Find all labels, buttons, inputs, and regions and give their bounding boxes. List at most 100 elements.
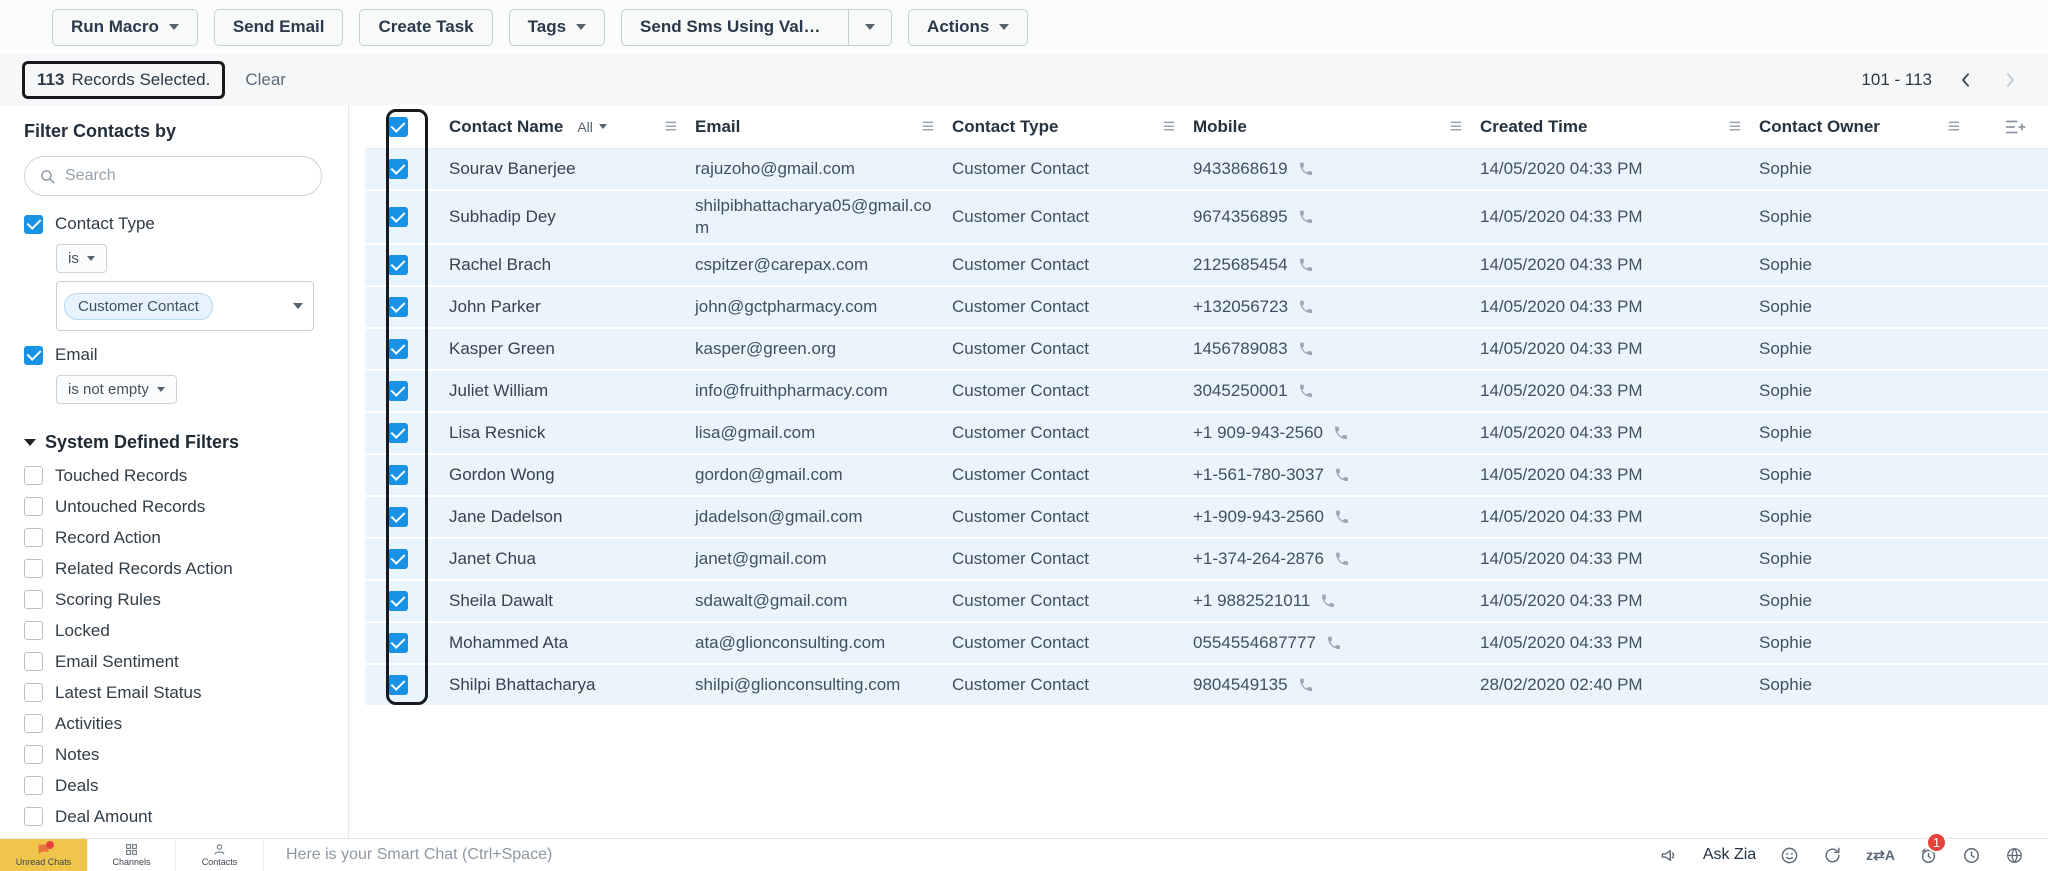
- contact-name-cell[interactable]: Jane Dadelson: [449, 507, 695, 527]
- column-menu-icon[interactable]: ≡: [922, 116, 934, 137]
- globe-icon[interactable]: [2005, 846, 2024, 865]
- send-sms-button[interactable]: Send Sms Using ValueF...: [621, 9, 849, 46]
- contact-name-cell[interactable]: Subhadip Dey: [449, 207, 695, 227]
- row-checkbox[interactable]: [388, 507, 408, 527]
- filter-checkbox[interactable]: [24, 466, 43, 485]
- row-checkbox[interactable]: [388, 207, 408, 227]
- phone-icon[interactable]: [1320, 593, 1336, 609]
- table-row[interactable]: Lisa Resnick lisa@gmail.com Customer Con…: [365, 413, 2048, 455]
- system-filter-item[interactable]: Locked: [24, 615, 322, 646]
- row-checkbox[interactable]: [388, 159, 408, 179]
- column-menu-icon[interactable]: ≡: [1729, 116, 1741, 137]
- system-filter-item[interactable]: Deals: [24, 770, 322, 801]
- filter-search-input[interactable]: [65, 167, 307, 185]
- contact-name-cell[interactable]: Kasper Green: [449, 339, 695, 359]
- table-row[interactable]: Subhadip Dey shilpibhattacharya05@gmail.…: [365, 191, 2048, 245]
- history-icon[interactable]: [1962, 846, 1981, 865]
- phone-icon[interactable]: [1298, 209, 1314, 225]
- row-checkbox[interactable]: [388, 381, 408, 401]
- column-header-contact-type[interactable]: Contact Type ≡: [952, 116, 1193, 137]
- contact-type-value-select[interactable]: Customer Contact: [56, 281, 314, 331]
- row-checkbox[interactable]: [388, 465, 408, 485]
- run-macro-button[interactable]: Run Macro: [52, 9, 198, 46]
- system-filter-item[interactable]: Notes: [24, 739, 322, 770]
- contact-type-operator-dropdown[interactable]: is: [56, 244, 107, 273]
- phone-icon[interactable]: [1333, 425, 1349, 441]
- table-row[interactable]: Janet Chua janet@gmail.com Customer Cont…: [365, 539, 2048, 581]
- phone-icon[interactable]: [1298, 257, 1314, 273]
- system-filter-item[interactable]: Latest Email Status: [24, 677, 322, 708]
- contact-name-cell[interactable]: Shilpi Bhattacharya: [449, 675, 695, 695]
- phone-icon[interactable]: [1298, 341, 1314, 357]
- phone-icon[interactable]: [1326, 635, 1342, 651]
- translate-icon[interactable]: z⇄A: [1866, 847, 1895, 864]
- row-checkbox[interactable]: [388, 591, 408, 611]
- ask-zia-button[interactable]: Ask Zia: [1703, 846, 1756, 864]
- contact-name-cell[interactable]: Sourav Banerjee: [449, 159, 695, 179]
- filter-checkbox[interactable]: [24, 528, 43, 547]
- dock-unread-chats[interactable]: Unread Chats: [0, 839, 88, 871]
- tags-button[interactable]: Tags: [509, 9, 605, 46]
- send-email-button[interactable]: Send Email: [214, 9, 344, 46]
- row-checkbox[interactable]: [388, 675, 408, 695]
- filter-checkbox[interactable]: [24, 590, 43, 609]
- actions-button[interactable]: Actions: [908, 9, 1028, 46]
- table-row[interactable]: Mohammed Ata ata@glionconsulting.com Cus…: [365, 623, 2048, 665]
- filter-contact-type[interactable]: Contact Type: [24, 212, 322, 236]
- email-checkbox[interactable]: [24, 346, 43, 365]
- system-defined-filters-header[interactable]: System Defined Filters: [24, 430, 322, 454]
- dock-channels[interactable]: Channels: [88, 839, 176, 871]
- filter-email[interactable]: Email: [24, 343, 322, 367]
- refresh-icon[interactable]: [1823, 846, 1842, 865]
- column-menu-icon[interactable]: ≡: [1450, 116, 1462, 137]
- column-header-created-time[interactable]: Created Time ≡: [1480, 116, 1759, 137]
- select-all-checkbox[interactable]: [388, 117, 408, 137]
- row-checkbox[interactable]: [388, 297, 408, 317]
- contact-name-cell[interactable]: Rachel Brach: [449, 255, 695, 275]
- filter-checkbox[interactable]: [24, 652, 43, 671]
- phone-icon[interactable]: [1298, 383, 1314, 399]
- system-filter-item[interactable]: Email Sentiment: [24, 646, 322, 677]
- contact-name-cell[interactable]: Gordon Wong: [449, 465, 695, 485]
- clear-selection-link[interactable]: Clear: [245, 70, 286, 90]
- system-filter-item[interactable]: Related Records Action: [24, 553, 322, 584]
- dock-contacts[interactable]: Contacts: [176, 839, 264, 871]
- phone-icon[interactable]: [1334, 509, 1350, 525]
- name-filter-dropdown[interactable]: All: [577, 119, 607, 135]
- create-task-button[interactable]: Create Task: [359, 9, 492, 46]
- filter-checkbox[interactable]: [24, 497, 43, 516]
- column-menu-icon[interactable]: ≡: [1948, 116, 1960, 137]
- column-header-contact-owner[interactable]: Contact Owner ≡: [1759, 116, 1978, 137]
- table-row[interactable]: Gordon Wong gordon@gmail.com Customer Co…: [365, 455, 2048, 497]
- next-page-button[interactable]: [2000, 70, 2020, 90]
- contact-name-cell[interactable]: Juliet William: [449, 381, 695, 401]
- manage-columns-icon[interactable]: [2004, 116, 2026, 138]
- row-checkbox[interactable]: [388, 633, 408, 653]
- filter-checkbox[interactable]: [24, 714, 43, 733]
- table-row[interactable]: Sheila Dawalt sdawalt@gmail.com Customer…: [365, 581, 2048, 623]
- contact-name-cell[interactable]: Sheila Dawalt: [449, 591, 695, 611]
- announcement-icon[interactable]: [1660, 846, 1679, 865]
- filter-checkbox[interactable]: [24, 559, 43, 578]
- table-row[interactable]: Jane Dadelson jdadelson@gmail.com Custom…: [365, 497, 2048, 539]
- table-row[interactable]: Rachel Brach cspitzer@carepax.com Custom…: [365, 245, 2048, 287]
- column-header-mobile[interactable]: Mobile ≡: [1193, 116, 1480, 137]
- smart-chat-input[interactable]: [286, 846, 1660, 864]
- row-checkbox[interactable]: [388, 255, 408, 275]
- previous-page-button[interactable]: [1956, 70, 1976, 90]
- email-operator-dropdown[interactable]: is not empty: [56, 375, 177, 404]
- row-checkbox[interactable]: [388, 423, 408, 443]
- filter-checkbox[interactable]: [24, 807, 43, 826]
- table-row[interactable]: Sourav Banerjee rajuzoho@gmail.com Custo…: [365, 149, 2048, 191]
- table-row[interactable]: Kasper Green kasper@green.org Customer C…: [365, 329, 2048, 371]
- contact-name-cell[interactable]: Lisa Resnick: [449, 423, 695, 443]
- table-row[interactable]: Shilpi Bhattacharya shilpi@glionconsulti…: [365, 665, 2048, 707]
- table-row[interactable]: Juliet William info@fruithpharmacy.com C…: [365, 371, 2048, 413]
- filter-checkbox[interactable]: [24, 621, 43, 640]
- zia-face-icon[interactable]: [1780, 846, 1799, 865]
- table-row[interactable]: John Parker john@gctpharmacy.com Custome…: [365, 287, 2048, 329]
- system-filter-item[interactable]: Scoring Rules: [24, 584, 322, 615]
- filter-checkbox[interactable]: [24, 683, 43, 702]
- send-sms-dropdown-button[interactable]: [848, 9, 892, 46]
- phone-icon[interactable]: [1298, 299, 1314, 315]
